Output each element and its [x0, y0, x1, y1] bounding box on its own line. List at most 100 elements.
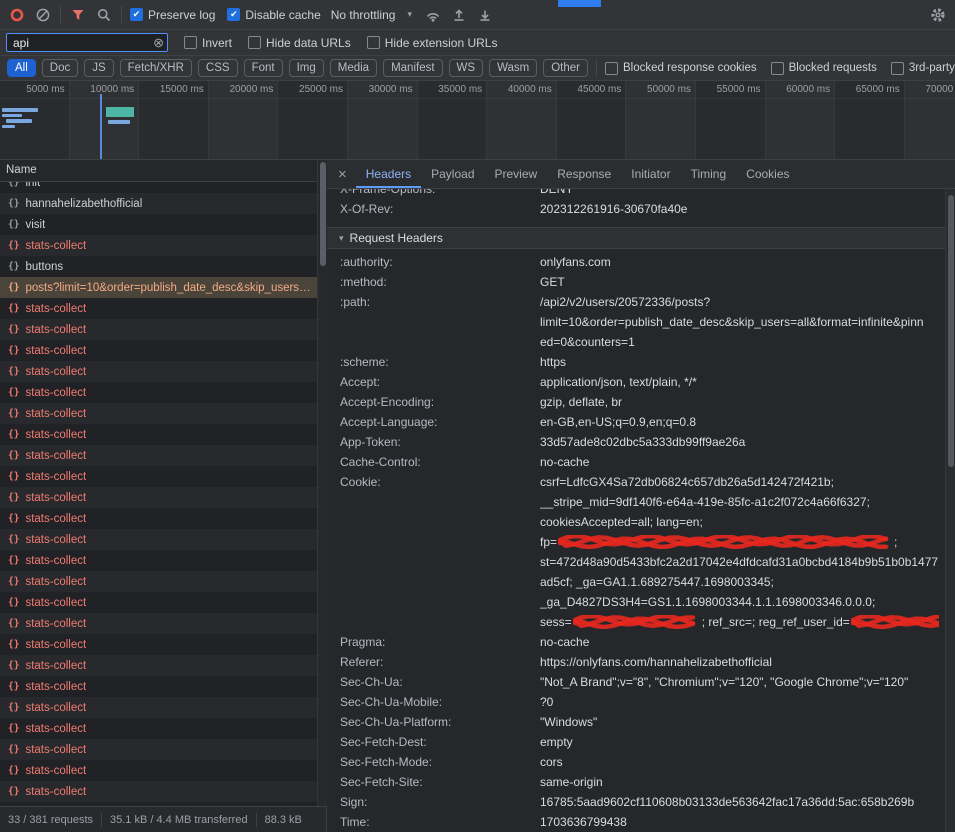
- request-row[interactable]: {}stats-collect: [0, 382, 317, 403]
- export-har-button[interactable]: [472, 3, 498, 27]
- filter-checkbox-blocked-response-cookies[interactable]: Blocked response cookies: [605, 62, 757, 75]
- request-row[interactable]: {}stats-collect: [0, 613, 317, 634]
- clear-filter-icon[interactable]: ⊗: [153, 36, 164, 49]
- request-name: stats-collect: [25, 492, 86, 504]
- gear-icon: [930, 7, 946, 23]
- tab-response[interactable]: Response: [547, 160, 621, 188]
- import-har-button[interactable]: [446, 3, 472, 27]
- script-icon: {}: [8, 408, 19, 419]
- request-row[interactable]: {}stats-collect: [0, 340, 317, 361]
- request-row[interactable]: {}stats-collect: [0, 235, 317, 256]
- scrollbar-thumb[interactable]: [320, 162, 326, 266]
- type-filter-fetch-xhr[interactable]: Fetch/XHR: [120, 59, 192, 77]
- script-icon: {}: [8, 219, 19, 230]
- filter-input[interactable]: [13, 36, 150, 50]
- request-headers-section[interactable]: ▾ Request Headers: [327, 227, 955, 249]
- header-value-line: st=472d48a90d5433bfc2a2d17042e4dfdcafd31…: [540, 552, 939, 572]
- request-row[interactable]: {}stats-collect: [0, 529, 317, 550]
- type-filter-css[interactable]: CSS: [198, 59, 238, 77]
- checkbox-unchecked-icon: [367, 36, 380, 49]
- script-icon: {}: [8, 282, 19, 293]
- throttling-select[interactable]: No throttling ▾: [331, 8, 412, 22]
- request-row[interactable]: {}stats-collect: [0, 739, 317, 760]
- type-filter-all[interactable]: All: [7, 59, 36, 77]
- header-value-line: __stripe_mid=9df140f6-e64a-419e-85fc-a1c…: [540, 492, 939, 512]
- script-icon: {}: [8, 471, 19, 482]
- request-row[interactable]: {}stats-collect: [0, 655, 317, 676]
- type-filter-media[interactable]: Media: [330, 59, 377, 77]
- request-row[interactable]: {}stats-collect: [0, 760, 317, 781]
- request-row[interactable]: {}stats-collect: [0, 571, 317, 592]
- script-icon: {}: [8, 182, 19, 188]
- hide-data-urls-checkbox[interactable]: Hide data URLs: [248, 36, 351, 50]
- record-button[interactable]: [4, 3, 30, 27]
- request-row[interactable]: {}buttons: [0, 256, 317, 277]
- timeline-label: 70000 ms: [905, 84, 955, 95]
- request-row[interactable]: {}stats-collect: [0, 550, 317, 571]
- tab-timing[interactable]: Timing: [681, 160, 737, 188]
- header-value-text: sess=: [540, 615, 572, 629]
- tab-cookies[interactable]: Cookies: [736, 160, 799, 188]
- request-row[interactable]: {}stats-collect: [0, 319, 317, 340]
- header-name: App-Token:: [340, 432, 540, 452]
- filter-checkbox-3rd-party-requests[interactable]: 3rd-party requests: [891, 62, 955, 75]
- request-row[interactable]: {}hannahelizabethofficial: [0, 193, 317, 214]
- timeline-label: 50000 ms: [626, 84, 691, 95]
- request-row[interactable]: {}stats-collect: [0, 403, 317, 424]
- close-details-icon[interactable]: ×: [327, 167, 356, 182]
- type-filter-ws[interactable]: WS: [449, 59, 484, 77]
- request-row[interactable]: {}stats-collect: [0, 718, 317, 739]
- request-row[interactable]: {}init: [0, 182, 317, 193]
- request-row[interactable]: {}visit: [0, 214, 317, 235]
- settings-button[interactable]: [925, 3, 951, 27]
- header-name: :scheme:: [340, 352, 540, 372]
- header-name: Accept:: [340, 372, 540, 392]
- request-row[interactable]: {}stats-collect: [0, 424, 317, 445]
- disable-cache-checkbox[interactable]: ✔ Disable cache: [227, 8, 320, 22]
- request-row[interactable]: {}stats-collect: [0, 676, 317, 697]
- filter-checkbox-blocked-requests[interactable]: Blocked requests: [771, 62, 877, 75]
- clear-button[interactable]: [30, 3, 56, 27]
- tab-initiator[interactable]: Initiator: [621, 160, 680, 188]
- request-row[interactable]: {}stats-collect: [0, 697, 317, 718]
- request-name: stats-collect: [25, 576, 86, 588]
- header-name: Time:: [340, 812, 540, 832]
- chevron-down-icon: ▾: [407, 9, 412, 20]
- request-row[interactable]: {}stats-collect: [0, 592, 317, 613]
- filter-toggle-button[interactable]: [65, 3, 91, 27]
- script-icon: {}: [8, 261, 19, 272]
- request-row[interactable]: {}stats-collect: [0, 508, 317, 529]
- type-filter-wasm[interactable]: Wasm: [489, 59, 537, 77]
- invert-checkbox[interactable]: Invert: [184, 36, 232, 50]
- search-button[interactable]: [91, 3, 117, 27]
- request-row[interactable]: {}stats-collect: [0, 298, 317, 319]
- preserve-log-checkbox[interactable]: ✔ Preserve log: [130, 8, 215, 22]
- type-filter-js[interactable]: JS: [84, 59, 113, 77]
- column-header-name[interactable]: Name: [0, 160, 317, 182]
- script-icon: {}: [8, 429, 19, 440]
- type-filter-font[interactable]: Font: [244, 59, 283, 77]
- network-conditions-button[interactable]: [420, 3, 446, 27]
- request-row[interactable]: {}stats-collect: [0, 466, 317, 487]
- scrollbar-thumb[interactable]: [948, 195, 954, 467]
- tab-payload[interactable]: Payload: [421, 160, 484, 188]
- details-scrollbar[interactable]: [945, 189, 955, 832]
- timeline-column: 15000 ms: [139, 81, 209, 159]
- request-row[interactable]: {}posts?limit=10&order=publish_date_desc…: [0, 277, 317, 298]
- tab-preview[interactable]: Preview: [485, 160, 548, 188]
- timeline-overview[interactable]: 5000 ms10000 ms15000 ms20000 ms25000 ms3…: [0, 81, 955, 160]
- request-row[interactable]: {}stats-collect: [0, 487, 317, 508]
- request-row[interactable]: {}stats-collect: [0, 445, 317, 466]
- tab-headers[interactable]: Headers: [356, 160, 421, 188]
- type-filter-doc[interactable]: Doc: [42, 59, 78, 77]
- header-value: gzip, deflate, br: [540, 392, 955, 412]
- request-row[interactable]: {}stats-collect: [0, 781, 317, 802]
- request-row[interactable]: {}stats-collect: [0, 634, 317, 655]
- hide-extension-urls-checkbox[interactable]: Hide extension URLs: [367, 36, 498, 50]
- type-filter-other[interactable]: Other: [543, 59, 588, 77]
- header-value: cors: [540, 752, 955, 772]
- type-filter-manifest[interactable]: Manifest: [383, 59, 442, 77]
- type-filter-img[interactable]: Img: [289, 59, 324, 77]
- request-row[interactable]: {}stats-collect: [0, 361, 317, 382]
- list-scrollbar[interactable]: [317, 160, 327, 806]
